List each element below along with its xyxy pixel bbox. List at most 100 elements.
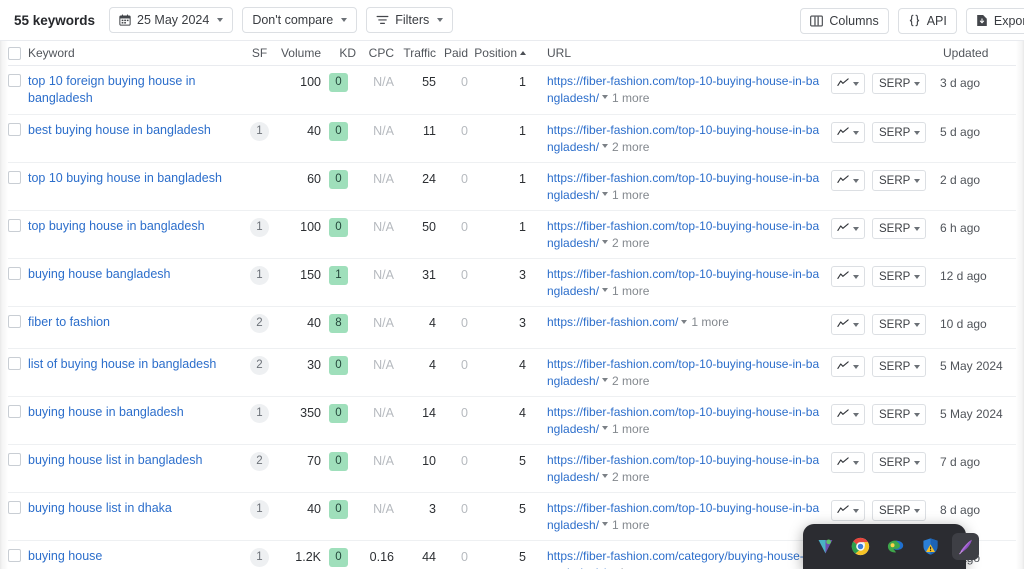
row-checkbox[interactable] — [7, 549, 21, 562]
keyword-link[interactable]: buying house bangladesh — [28, 266, 170, 283]
row-checkbox[interactable] — [7, 267, 21, 280]
url-more-link[interactable]: 2 more — [612, 374, 649, 388]
column-header-cpc[interactable]: CPC — [356, 46, 394, 60]
keyword-link[interactable]: top 10 buying house in bangladesh — [28, 170, 222, 187]
url-link[interactable]: https://fiber-fashion.com/top-10-buying-… — [547, 171, 819, 202]
url-more-link[interactable]: 2 more — [612, 140, 649, 154]
url-link[interactable]: https://fiber-fashion.com/top-10-buying-… — [547, 74, 819, 105]
serp-button[interactable]: SERP — [872, 314, 927, 335]
calendar-icon — [119, 14, 131, 26]
dock-item-security[interactable] — [917, 533, 944, 560]
trend-chart-button[interactable] — [831, 266, 865, 287]
url-more-link[interactable]: 1 more — [612, 188, 649, 202]
column-header-position[interactable]: Position — [468, 46, 526, 60]
row-checkbox[interactable] — [7, 357, 21, 370]
url-link[interactable]: https://fiber-fashion.com/top-10-buying-… — [547, 123, 819, 154]
row-checkbox[interactable] — [7, 405, 21, 418]
url-more-link[interactable]: 1 more — [612, 284, 649, 298]
serp-button[interactable]: SERP — [872, 356, 927, 377]
url-more-link[interactable]: 2 more — [612, 470, 649, 484]
date-picker-button[interactable]: 25 May 2024 — [109, 7, 234, 33]
dock-item-chrome[interactable] — [847, 533, 874, 560]
column-header-volume[interactable]: Volume — [276, 46, 321, 60]
dock-item-mail[interactable] — [882, 533, 909, 560]
keyword-link[interactable]: buying house list in dhaka — [28, 500, 172, 517]
row-checkbox[interactable] — [7, 219, 21, 232]
url-chevron-down-icon[interactable] — [602, 144, 609, 149]
serp-button[interactable]: SERP — [872, 452, 927, 473]
url-link[interactable]: https://fiber-fashion.com/top-10-buying-… — [547, 357, 819, 388]
url-more-link[interactable]: 1 more — [612, 91, 649, 105]
row-checkbox[interactable] — [7, 315, 21, 328]
serp-button[interactable]: SERP — [872, 73, 927, 94]
url-link[interactable]: https://fiber-fashion.com/top-10-buying-… — [547, 219, 819, 250]
url-more-link[interactable]: 1 more — [612, 518, 649, 532]
dock-item-feather[interactable] — [952, 533, 979, 560]
row-checkbox[interactable] — [7, 123, 21, 136]
column-header-updated[interactable]: Updated — [931, 46, 1023, 60]
keyword-link[interactable]: top 10 foreign buying house in banglades… — [28, 73, 243, 107]
trend-chart-button[interactable] — [831, 356, 865, 377]
serp-button[interactable]: SERP — [872, 122, 927, 143]
keyword-link[interactable]: fiber to fashion — [28, 314, 110, 331]
export-button[interactable]: Export — [965, 7, 1024, 34]
trend-chart-button[interactable] — [831, 73, 865, 94]
keyword-link[interactable]: buying house in bangladesh — [28, 404, 184, 421]
url-link[interactable]: https://fiber-fashion.com/category/buyin… — [547, 549, 824, 569]
chevron-down-icon — [914, 226, 921, 231]
url-chevron-down-icon[interactable] — [602, 192, 609, 197]
chevron-down-icon — [914, 178, 921, 183]
trend-chart-button[interactable] — [831, 218, 865, 239]
trend-chart-button[interactable] — [831, 314, 865, 335]
url-more-link[interactable]: 1 more — [619, 566, 656, 569]
url-chevron-down-icon[interactable] — [602, 240, 609, 245]
keyword-link[interactable]: top buying house in bangladesh — [28, 218, 205, 235]
url-more-link[interactable]: 2 more — [612, 236, 649, 250]
dock-item-vivaldi[interactable] — [812, 533, 839, 560]
url-link[interactable]: https://fiber-fashion.com/top-10-buying-… — [547, 501, 819, 532]
trend-chart-button[interactable] — [831, 500, 865, 521]
keyword-link[interactable]: buying house list in bangladesh — [28, 452, 202, 469]
column-header-traffic[interactable]: Traffic — [394, 46, 436, 60]
column-header-kd[interactable]: KD — [321, 46, 356, 60]
url-more-link[interactable]: 1 more — [691, 315, 728, 329]
trend-chart-button[interactable] — [831, 122, 865, 143]
url-more-link[interactable]: 1 more — [612, 422, 649, 436]
row-checkbox[interactable] — [7, 453, 21, 466]
column-header-url[interactable]: URL — [526, 46, 824, 60]
url-chevron-down-icon[interactable] — [602, 288, 609, 293]
serp-button[interactable]: SERP — [872, 266, 927, 287]
select-all-checkbox[interactable] — [7, 47, 21, 60]
compare-button[interactable]: Don't compare — [242, 7, 358, 33]
trend-chart-button[interactable] — [831, 170, 865, 191]
serp-button[interactable]: SERP — [872, 500, 927, 521]
url-chevron-down-icon[interactable] — [602, 95, 609, 100]
column-header-sf[interactable]: SF — [243, 46, 276, 60]
url-link[interactable]: https://fiber-fashion.com/top-10-buying-… — [547, 267, 819, 298]
column-header-keyword[interactable]: Keyword — [28, 46, 243, 60]
serp-button[interactable]: SERP — [872, 170, 927, 191]
trend-chart-button[interactable] — [831, 452, 865, 473]
keyword-link[interactable]: list of buying house in bangladesh — [28, 356, 216, 373]
row-checkbox[interactable] — [7, 171, 21, 184]
url-chevron-down-icon[interactable] — [602, 426, 609, 431]
column-header-paid[interactable]: Paid — [436, 46, 468, 60]
url-chevron-down-icon[interactable] — [602, 474, 609, 479]
columns-button[interactable]: Columns — [800, 7, 889, 34]
keyword-link[interactable]: buying house — [28, 548, 102, 565]
row-checkbox[interactable] — [7, 74, 21, 87]
url-link[interactable]: https://fiber-fashion.com/ — [547, 315, 678, 329]
api-button[interactable]: API — [897, 7, 957, 34]
url-chevron-down-icon[interactable] — [681, 319, 688, 324]
serp-button[interactable]: SERP — [872, 404, 927, 425]
filters-button[interactable]: Filters — [366, 7, 454, 33]
keyword-link[interactable]: best buying house in bangladesh — [28, 122, 211, 139]
url-chevron-down-icon[interactable] — [602, 378, 609, 383]
sf-badge: 2 — [250, 314, 269, 333]
serp-button[interactable]: SERP — [872, 218, 927, 239]
url-link[interactable]: https://fiber-fashion.com/top-10-buying-… — [547, 405, 819, 436]
row-checkbox[interactable] — [7, 501, 21, 514]
url-chevron-down-icon[interactable] — [602, 522, 609, 527]
trend-chart-button[interactable] — [831, 404, 865, 425]
url-link[interactable]: https://fiber-fashion.com/top-10-buying-… — [547, 453, 819, 484]
